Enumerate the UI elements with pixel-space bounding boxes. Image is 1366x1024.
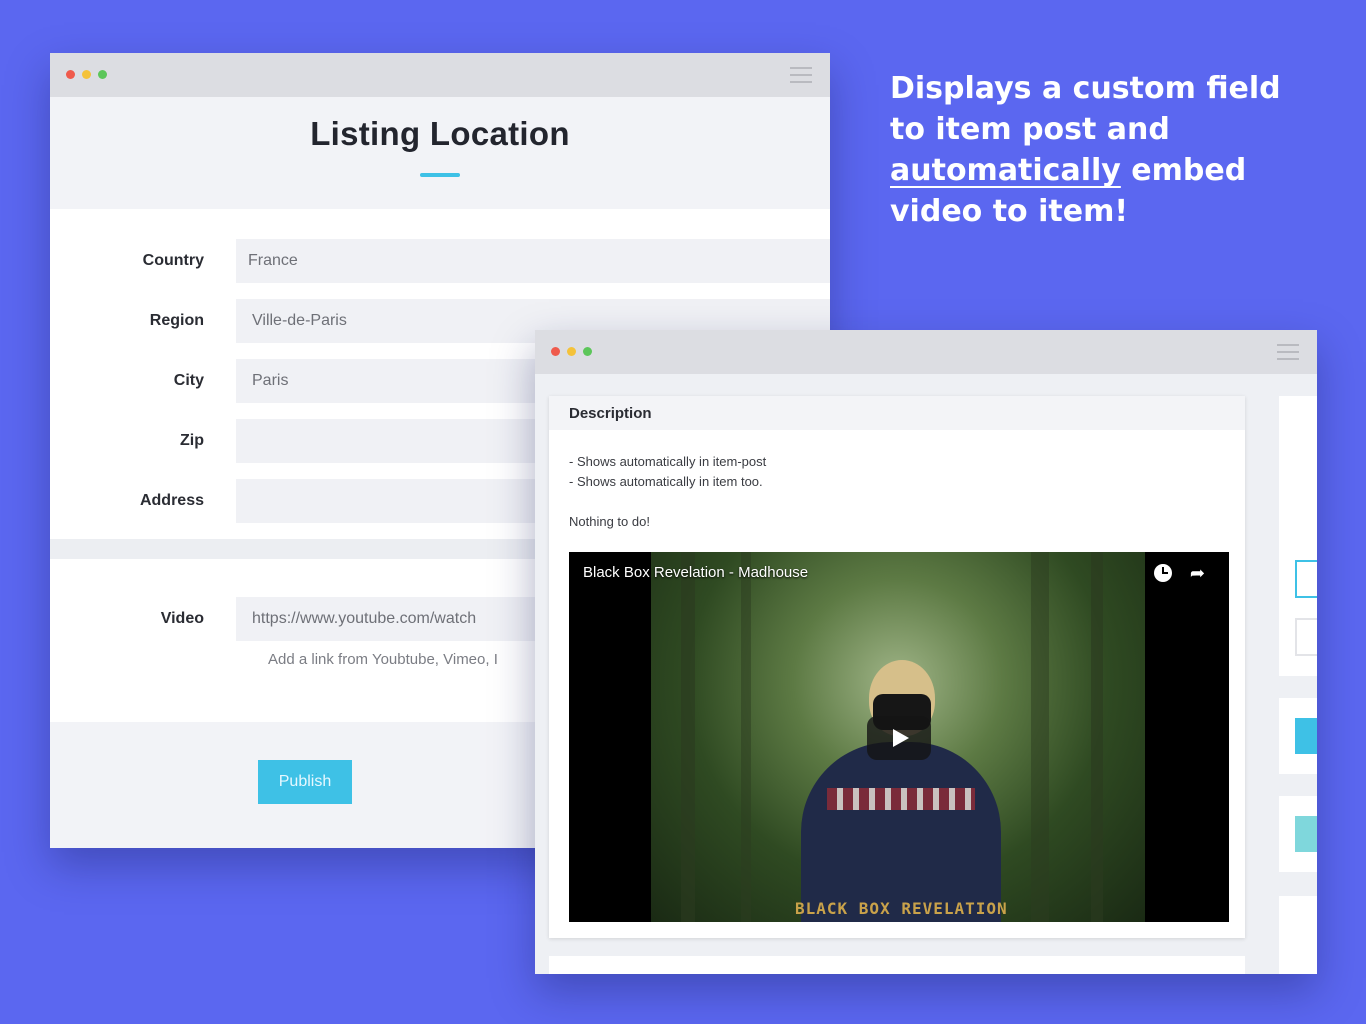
page-header: Listing Location [50, 97, 830, 209]
region-label: Region [149, 312, 204, 329]
sidebar-panel-4 [1279, 896, 1317, 974]
city-label: City [173, 372, 204, 389]
feature-headline: Displays a custom field to item post and… [890, 68, 1310, 232]
sidebar-secondary-button[interactable] [1295, 816, 1317, 852]
close-dot-icon[interactable] [66, 70, 75, 79]
description-body: - Shows automatically in item-post - Sho… [549, 430, 1245, 532]
maximize-dot-icon[interactable] [583, 347, 592, 356]
maximize-dot-icon[interactable] [98, 70, 107, 79]
window-controls [551, 347, 592, 356]
country-label: Country [142, 252, 204, 269]
description-note: Nothing to do! [569, 514, 650, 529]
minimize-dot-icon[interactable] [567, 347, 576, 356]
hamburger-menu-icon[interactable] [790, 67, 812, 83]
headline-line-3-rest: embed [1120, 153, 1247, 188]
country-input[interactable]: France [236, 239, 830, 283]
watch-later-icon[interactable] [1153, 564, 1172, 582]
headline-line-4: video to item! [890, 194, 1129, 229]
address-label: Address [139, 492, 204, 509]
page-title: Listing Location [310, 115, 570, 152]
description-card: Description - Shows automatically in ite… [549, 396, 1245, 938]
play-button[interactable] [867, 716, 931, 760]
sidebar-primary-button[interactable] [1295, 718, 1317, 754]
sidebar-input[interactable] [1295, 618, 1317, 656]
headline-line-3: automatically embed [890, 150, 1310, 191]
window-titlebar [535, 330, 1317, 374]
close-dot-icon[interactable] [551, 347, 560, 356]
video-actions: ➦ [1153, 564, 1205, 582]
share-icon[interactable]: ➦ [1190, 564, 1205, 582]
zip-label: Zip [180, 432, 204, 449]
item-post-window: Description - Shows automatically in ite… [535, 330, 1317, 974]
minimize-dot-icon[interactable] [82, 70, 91, 79]
description-heading: Description [549, 396, 1245, 430]
headline-line-1: Displays a custom field [890, 71, 1281, 106]
description-line-1: - Shows automatically in item-post [569, 454, 767, 469]
video-label: Video [160, 610, 204, 627]
next-card [549, 956, 1245, 974]
embedded-video-player[interactable]: Black Box Revelation - Madhouse ➦ BLACK … [569, 552, 1229, 922]
video-caption: BLACK BOX REVELATION [795, 899, 1008, 918]
hamburger-menu-icon[interactable] [1277, 344, 1299, 360]
headline-underlined-word: automatically [890, 153, 1121, 188]
form-row-country: Country France [50, 231, 830, 291]
description-line-2: - Shows automatically in item too. [569, 474, 763, 489]
window-titlebar [50, 53, 830, 97]
window-controls [66, 70, 107, 79]
title-underline [420, 173, 460, 177]
video-title[interactable]: Black Box Revelation - Madhouse [583, 564, 808, 581]
headline-line-2: to item post and [890, 112, 1170, 147]
sidebar-input-active[interactable] [1295, 560, 1317, 598]
publish-button[interactable]: Publish [258, 760, 352, 804]
